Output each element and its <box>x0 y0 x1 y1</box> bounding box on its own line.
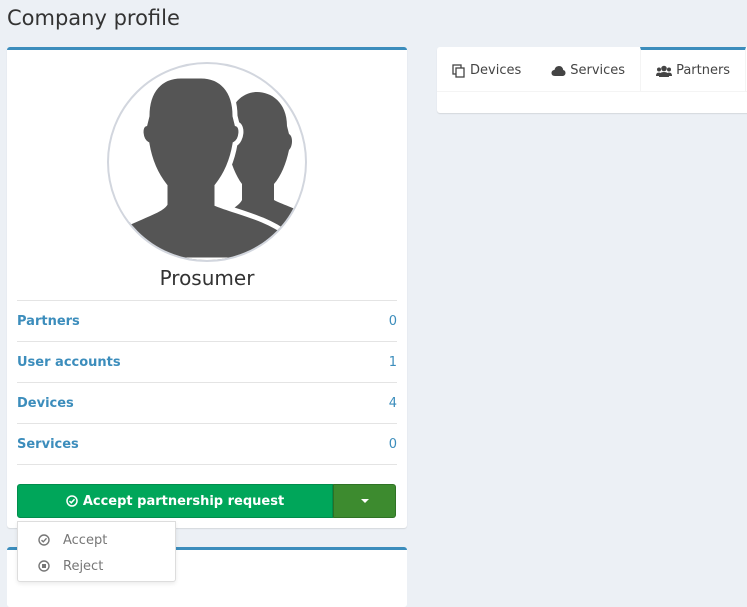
stat-value: 0 <box>388 313 397 329</box>
dropdown-item-reject[interactable]: Reject <box>18 553 175 579</box>
tabs-panel: Devices Services Partners <box>437 47 747 113</box>
accept-partnership-button-group: Accept partnership request <box>17 484 396 518</box>
company-profile-card: Prosumer Partners 0 User accounts 1 Devi… <box>7 47 407 528</box>
tab-partners[interactable]: Partners <box>640 47 747 91</box>
stat-label[interactable]: User accounts <box>17 355 121 370</box>
tab-services[interactable]: Services <box>536 47 640 91</box>
stat-value: 1 <box>388 354 397 370</box>
stat-services[interactable]: Services 0 <box>17 423 397 465</box>
company-avatar <box>107 62 307 262</box>
accept-dropdown-menu: Accept Reject <box>17 521 176 582</box>
dropdown-item-accept[interactable]: Accept <box>18 527 175 553</box>
accept-dropdown-toggle[interactable] <box>333 484 396 518</box>
stat-partners[interactable]: Partners 0 <box>17 300 397 341</box>
dropdown-item-label: Reject <box>63 558 104 574</box>
users-icon <box>656 65 673 77</box>
stat-value: 0 <box>388 436 397 452</box>
tab-label: Partners <box>676 63 731 78</box>
accept-partnership-button[interactable]: Accept partnership request <box>17 484 333 518</box>
stat-label[interactable]: Services <box>17 437 79 452</box>
stat-label[interactable]: Devices <box>17 396 74 411</box>
caret-down-icon <box>360 499 369 503</box>
stat-label[interactable]: Partners <box>17 314 80 329</box>
check-circle-icon <box>38 534 50 546</box>
stat-value: 4 <box>388 395 397 411</box>
cloud-icon <box>551 65 566 76</box>
company-stats-list: Partners 0 User accounts 1 Devices 4 Ser… <box>17 300 397 465</box>
stat-devices[interactable]: Devices 4 <box>17 382 397 423</box>
tab-label: Devices <box>470 63 522 78</box>
page-title: Company profile <box>7 6 180 30</box>
stop-circle-icon <box>38 560 50 572</box>
stat-user-accounts[interactable]: User accounts 1 <box>17 341 397 382</box>
accept-partnership-label: Accept partnership request <box>82 493 285 509</box>
users-avatar-icon <box>109 73 305 260</box>
tab-label: Services <box>570 63 626 78</box>
tab-devices[interactable]: Devices <box>437 47 536 91</box>
dropdown-item-label: Accept <box>63 532 108 548</box>
check-circle-icon <box>66 495 78 507</box>
copy-icon <box>452 63 465 78</box>
tab-bar: Devices Services Partners <box>437 47 747 92</box>
company-name: Prosumer <box>159 266 255 290</box>
